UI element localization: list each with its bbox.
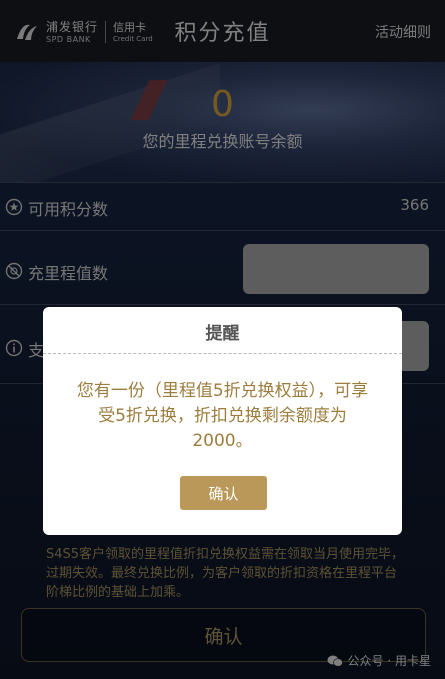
reminder-dialog: 提醒 您有一份（里程值5折兑换权益），可享受5折兑换，折扣兑换剩余额度为2000…: [43, 307, 402, 535]
dialog-title: 提醒: [205, 324, 240, 344]
dialog-confirm-button[interactable]: 确认: [180, 476, 267, 510]
dialog-message: 您有一份（里程值5折兑换权益），可享受5折兑换，折扣兑换剩余额度为2000。: [76, 381, 369, 451]
dialog-divider: [43, 353, 402, 354]
